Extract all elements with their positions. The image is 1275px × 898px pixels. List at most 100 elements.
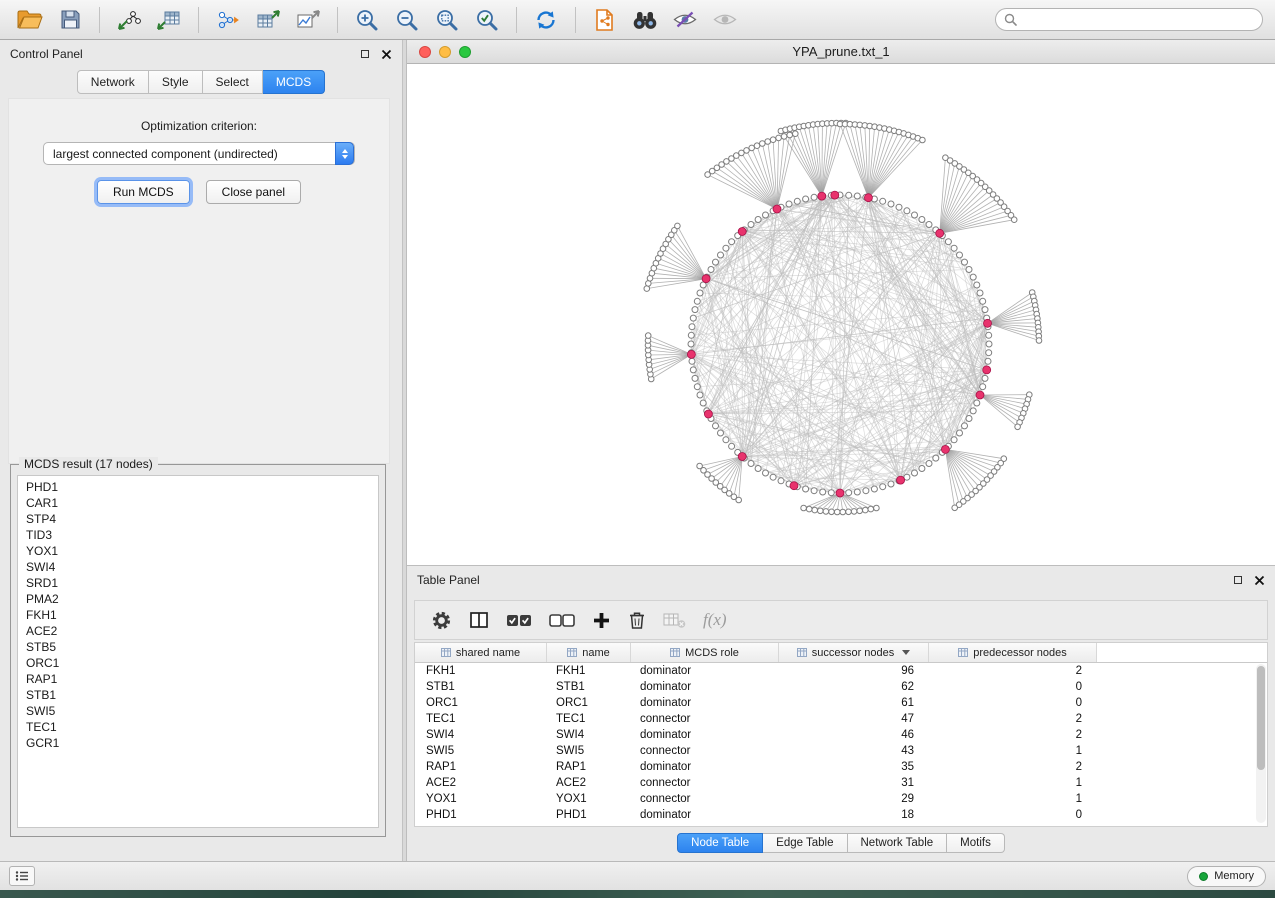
result-node[interactable]: GCR1: [18, 735, 378, 751]
close-panel-button[interactable]: Close panel: [206, 180, 301, 204]
mcds-result-fieldset: MCDS result (17 nodes) PHD1CAR1STP4TID3Y…: [10, 464, 386, 837]
result-node[interactable]: PMA2: [18, 591, 378, 607]
clear-table-icon: [663, 611, 686, 629]
node-table: shared namenameMCDS rolesuccessor nodesp…: [414, 642, 1268, 827]
columns-icon[interactable]: [469, 611, 489, 629]
show-icon[interactable]: [707, 5, 743, 35]
float-table-panel-icon[interactable]: [1234, 576, 1242, 584]
table-row[interactable]: ORC1ORC1dominator610: [415, 695, 1267, 711]
result-node[interactable]: SWI4: [18, 559, 378, 575]
result-node[interactable]: ACE2: [18, 623, 378, 639]
desktop-background: [0, 890, 1275, 898]
hide-icon[interactable]: [667, 5, 703, 35]
column-header-predecessor-nodes[interactable]: predecessor nodes: [929, 643, 1097, 662]
tab-node-table[interactable]: Node Table: [677, 833, 763, 853]
table-tabs: Node TableEdge TableNetwork TableMotifs: [407, 833, 1275, 853]
delete-row-icon[interactable]: [628, 610, 646, 630]
table-row[interactable]: RAP1RAP1dominator352: [415, 759, 1267, 775]
result-node[interactable]: YOX1: [18, 543, 378, 559]
table-row[interactable]: STB1STB1dominator620: [415, 679, 1267, 695]
settings-gear-icon[interactable]: [431, 610, 452, 631]
table-row[interactable]: SWI5SWI5connector431: [415, 743, 1267, 759]
toolbar-separator: [198, 7, 199, 33]
result-node[interactable]: RAP1: [18, 671, 378, 687]
memory-status-icon: [1199, 872, 1208, 881]
table-row[interactable]: PHD1PHD1dominator180: [415, 807, 1267, 823]
main-toolbar: [0, 0, 1275, 40]
window-maximize-icon[interactable]: [459, 46, 471, 58]
status-bar: Memory: [0, 861, 1275, 890]
result-node[interactable]: FKH1: [18, 607, 378, 623]
tab-style[interactable]: Style: [149, 70, 203, 94]
binoculars-icon[interactable]: [627, 5, 663, 35]
window-minimize-icon[interactable]: [439, 46, 451, 58]
toolbar-separator: [99, 7, 100, 33]
tab-network[interactable]: Network: [77, 70, 149, 94]
result-node[interactable]: STP4: [18, 511, 378, 527]
table-row[interactable]: FKH1FKH1dominator962: [415, 663, 1267, 679]
result-node[interactable]: TID3: [18, 527, 378, 543]
tab-edge-table[interactable]: Edge Table: [763, 833, 847, 853]
zoom-out-icon[interactable]: [389, 5, 425, 35]
open-folder-icon[interactable]: [12, 5, 48, 35]
control-panel-tabs: NetworkStyleSelectMCDS: [0, 70, 402, 94]
result-node[interactable]: STB1: [18, 687, 378, 703]
export-table-icon[interactable]: [250, 5, 286, 35]
table-header-row: shared namenameMCDS rolesuccessor nodesp…: [415, 643, 1267, 663]
criterion-dropdown[interactable]: largest connected component (undirected): [43, 142, 355, 165]
result-node[interactable]: SRD1: [18, 575, 378, 591]
tab-network-table[interactable]: Network Table: [848, 833, 948, 853]
table-panel-header: Table Panel: [407, 566, 1275, 594]
search-icon: [1004, 13, 1017, 26]
result-node[interactable]: TEC1: [18, 719, 378, 735]
dropdown-stepper-icon[interactable]: [335, 142, 354, 165]
table-row[interactable]: TEC1TEC1connector472: [415, 711, 1267, 727]
tab-select[interactable]: Select: [203, 70, 263, 94]
column-header-MCDS-role[interactable]: MCDS role: [631, 643, 779, 662]
task-history-icon[interactable]: [9, 866, 35, 886]
table-scrollbar-thumb[interactable]: [1257, 666, 1265, 770]
table-row[interactable]: ACE2ACE2connector311: [415, 775, 1267, 791]
zoom-in-icon[interactable]: [349, 5, 385, 35]
tab-mcds[interactable]: MCDS: [263, 70, 325, 94]
table-row[interactable]: SWI4SWI4dominator462: [415, 727, 1267, 743]
table-panel-title: Table Panel: [417, 573, 480, 587]
result-node[interactable]: CAR1: [18, 495, 378, 511]
control-panel: Control Panel NetworkStyleSelectMCDS Opt…: [0, 40, 402, 861]
result-node[interactable]: STB5: [18, 639, 378, 655]
deselect-all-icon[interactable]: [549, 611, 575, 629]
result-node[interactable]: PHD1: [18, 479, 378, 495]
import-table-icon[interactable]: [151, 5, 187, 35]
result-node[interactable]: ORC1: [18, 655, 378, 671]
control-panel-title: Control Panel: [10, 47, 83, 61]
export-network-icon[interactable]: [210, 5, 246, 35]
window-close-icon[interactable]: [419, 46, 431, 58]
table-row[interactable]: YOX1YOX1connector291: [415, 791, 1267, 807]
share-document-icon[interactable]: [587, 5, 623, 35]
network-canvas[interactable]: [407, 64, 1275, 565]
select-all-icon[interactable]: [506, 611, 532, 629]
result-node[interactable]: SWI5: [18, 703, 378, 719]
mcds-result-list: PHD1CAR1STP4TID3YOX1SWI4SRD1PMA2FKH1ACE2…: [17, 475, 379, 828]
column-header-successor-nodes[interactable]: successor nodes: [779, 643, 929, 662]
memory-button[interactable]: Memory: [1187, 866, 1266, 887]
network-window: YPA_prune.txt_1: [407, 40, 1275, 565]
zoom-selected-icon[interactable]: [469, 5, 505, 35]
search-input[interactable]: [1022, 13, 1254, 27]
float-panel-icon[interactable]: [361, 50, 369, 58]
zoom-fit-icon[interactable]: [429, 5, 465, 35]
add-row-icon[interactable]: [592, 611, 611, 630]
column-header-shared-name[interactable]: shared name: [415, 643, 547, 662]
run-mcds-button[interactable]: Run MCDS: [97, 180, 190, 204]
tab-motifs[interactable]: Motifs: [947, 833, 1005, 853]
import-network-icon[interactable]: [111, 5, 147, 35]
column-header-name[interactable]: name: [547, 643, 631, 662]
close-panel-icon[interactable]: [381, 49, 392, 60]
close-table-panel-icon[interactable]: [1254, 575, 1265, 586]
criterion-dropdown-value: largest connected component (undirected): [53, 147, 278, 161]
sort-caret-icon: [902, 650, 910, 655]
refresh-icon[interactable]: [528, 5, 564, 35]
export-image-icon[interactable]: [290, 5, 326, 35]
save-icon[interactable]: [52, 5, 88, 35]
search-box[interactable]: [995, 8, 1263, 31]
